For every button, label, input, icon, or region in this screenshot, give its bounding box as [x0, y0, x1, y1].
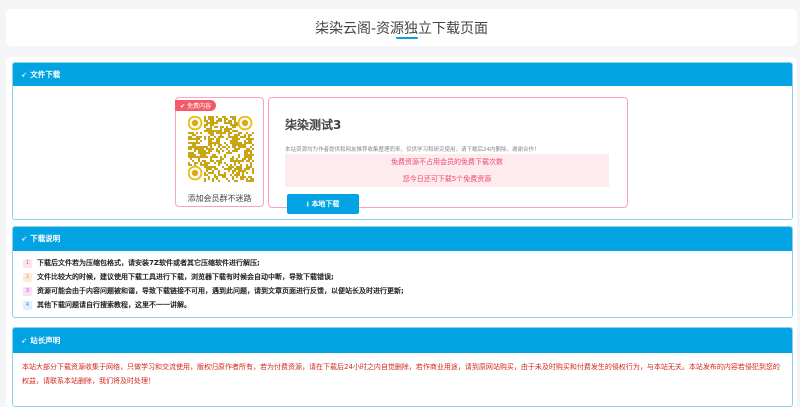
resource-title: 柒染测试3: [285, 118, 342, 132]
statement-panel: ➶ 站长声明 本站大部分下载资源收集于网络，只做学习和交流使用，版权归原作者所有，…: [12, 327, 793, 407]
item-number: 1: [23, 258, 32, 268]
item-text: 下载后文件若为压缩包格式，请安装7Z软件或者其它压缩软件进行解压;: [37, 259, 260, 267]
button-label: 本地下载: [311, 200, 340, 208]
item-number: 4: [23, 300, 32, 310]
check-icon: ✔: [180, 103, 187, 110]
qr-caption: 添加会员群不迷路: [187, 194, 252, 203]
list-item: 2 文件比较大的时候，建议使用下载工具进行下载，浏览器下载有时候会自动中断，导致下…: [23, 270, 792, 284]
badge-label: 免费内容: [186, 103, 211, 110]
panel-header: ➶ 下载说明: [13, 227, 792, 251]
list-item: 3 资源可能会由于内容问题被和谐，导致下载链接不可用，遇到此问题，请到文章页面进行…: [23, 284, 792, 298]
qr-card: ✔ 免费内容 添加会员群不迷路: [175, 97, 264, 207]
panel-header: ➶ 文件下载: [13, 63, 792, 86]
panel-title: 文件下载: [30, 70, 61, 79]
free-content-badge: ✔ 免费内容: [175, 100, 216, 111]
title-underline: [396, 37, 418, 39]
notice-line: 您今日还可下载5个免费资源: [402, 174, 492, 183]
resource-description: 本站资源均为作者提供和网友推荐收集整理而来，仅供学习和研究使用，请下载后24内删…: [285, 147, 540, 153]
paper-plane-icon: ➶: [21, 234, 28, 243]
item-number: 3: [23, 286, 32, 296]
qr-code-image: [188, 116, 254, 182]
panel-header: ➶ 站长声明: [13, 328, 792, 353]
list-item: 1 下载后文件若为压缩包格式，请安装7Z软件或者其它压缩软件进行解压;: [23, 256, 792, 270]
notice-line: 免费资源不占用会员的免费下载次数: [391, 158, 503, 166]
instructions-list: 1 下载后文件若为压缩包格式，请安装7Z软件或者其它压缩软件进行解压; 2 文件比较大…: [13, 251, 792, 312]
content-card: ➶ 文件下载 ✔ 免费内容 添加会员群不迷路 柒染测试3 本站资源均为作者提供和网…: [6, 57, 797, 407]
list-item: 4 其他下载问题请自行搜索教程，这里不一一讲解。: [23, 298, 792, 312]
page-header: 柒染云阁-资源独立下载页面: [6, 9, 797, 46]
page-title: 柒染云阁-资源独立下载页面: [314, 21, 489, 37]
paper-plane-icon: ➶: [21, 336, 28, 345]
paper-plane-icon: ➶: [21, 70, 28, 79]
item-text: 其他下载问题请自行搜索教程，这里不一一讲解。: [37, 301, 191, 309]
instructions-panel: ➶ 下载说明 1 下载后文件若为压缩包格式，请安装7Z软件或者其它压缩软件进行解压;…: [12, 226, 793, 318]
download-notice: 免费资源不占用会员的免费下载次数 您今日还可下载5个免费资源: [285, 154, 609, 187]
panel-title: 下载说明: [30, 234, 61, 243]
resource-info: 柒染测试3 本站资源均为作者提供和网友推荐收集整理而来，仅供学习和研究使用，请下…: [268, 97, 628, 214]
item-text: 文件比较大的时候，建议使用下载工具进行下载，浏览器下载有时候会自动中断，导致下载…: [37, 273, 334, 281]
panel-title: 站长声明: [30, 336, 61, 345]
statement-text: 本站大部分下载资源收集于网络，只做学习和交流使用，版权归原作者所有，若为付费资源…: [22, 363, 780, 385]
item-text: 资源可能会由于内容问题被和谐，导致下载链接不可用，遇到此问题，请到文章页面进行反…: [37, 287, 404, 295]
item-number: 2: [23, 272, 32, 282]
local-download-button[interactable]: ⭳ 本地下载: [287, 194, 359, 214]
